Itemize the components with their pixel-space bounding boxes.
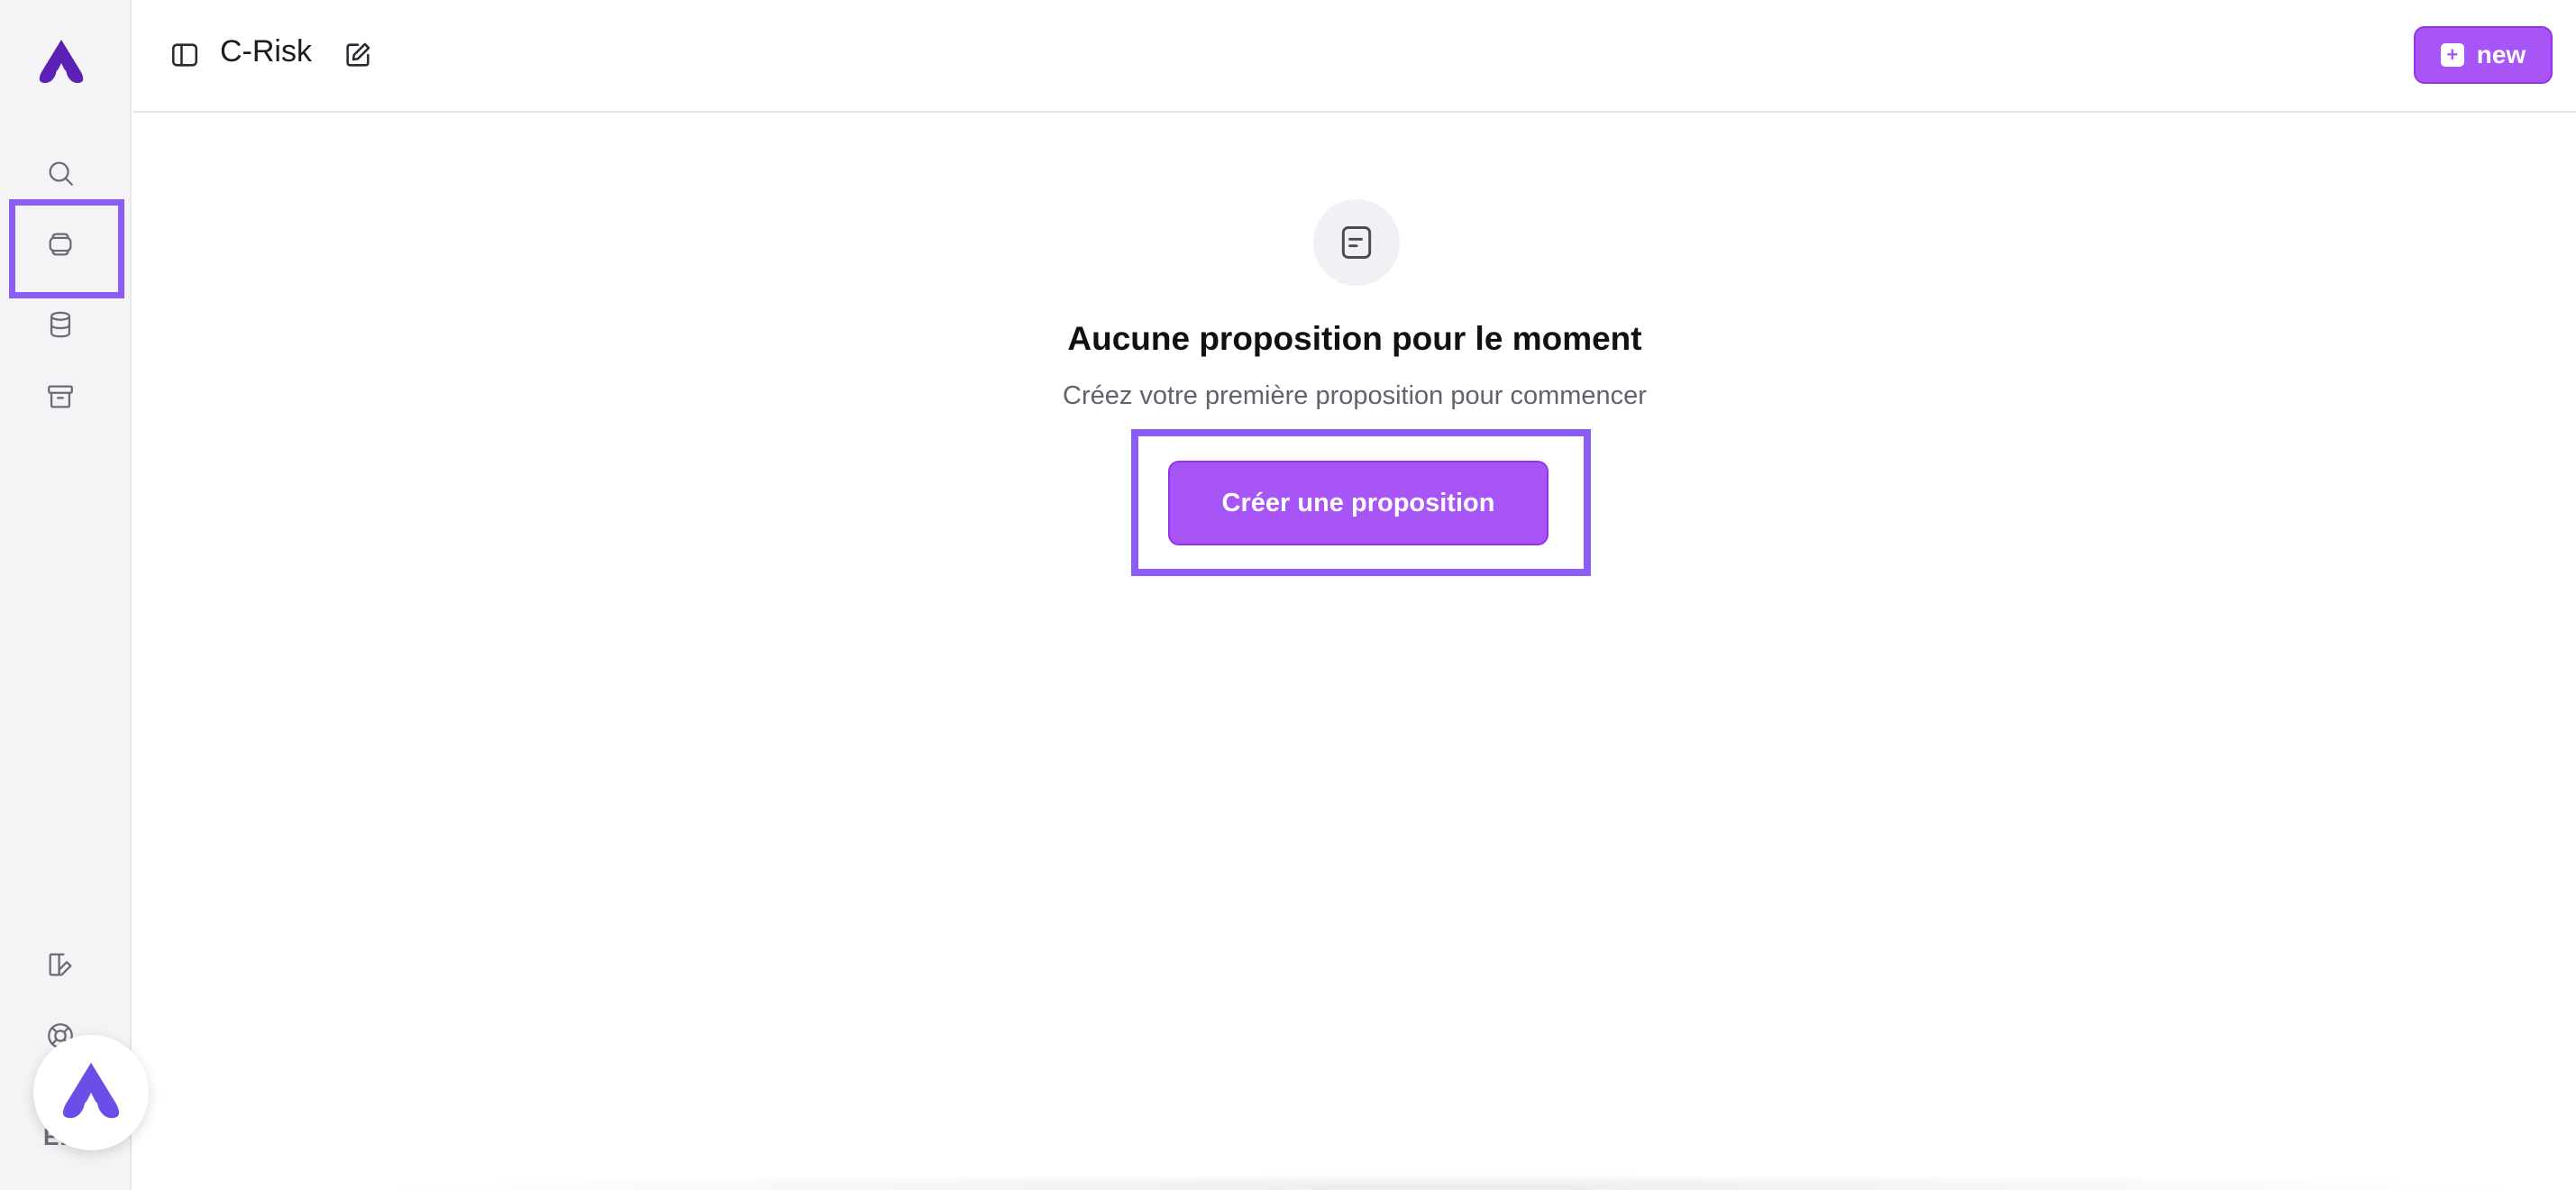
sidebar-toggle-icon[interactable] bbox=[169, 40, 200, 70]
layers-icon[interactable] bbox=[41, 224, 80, 264]
empty-state-icon-container bbox=[1313, 199, 1400, 286]
sidebar: EE bbox=[0, 0, 132, 1190]
empty-state-title: Aucune proposition pour le moment bbox=[1067, 320, 1642, 357]
new-button-label: new bbox=[2476, 41, 2526, 69]
plus-icon: + bbox=[2440, 43, 2464, 67]
project-title: C-Risk bbox=[220, 34, 312, 69]
edit-panel-icon[interactable] bbox=[41, 945, 80, 984]
create-proposal-button[interactable]: Créer une proposition bbox=[1168, 461, 1548, 545]
edit-title-icon[interactable] bbox=[343, 40, 373, 70]
app-logo-icon bbox=[62, 1062, 120, 1119]
empty-state-subtitle: Créez votre première proposition pour co… bbox=[1063, 381, 1647, 410]
search-icon[interactable] bbox=[41, 153, 80, 193]
app-logo[interactable] bbox=[32, 38, 90, 88]
archive-icon[interactable] bbox=[41, 377, 80, 416]
top-header: C-Risk + new bbox=[133, 0, 2576, 113]
database-icon[interactable] bbox=[41, 305, 80, 344]
main-content: Aucune proposition pour le moment Créez … bbox=[133, 114, 2576, 1190]
assistant-launcher-button[interactable] bbox=[33, 1035, 149, 1150]
app-window: EE C-Risk + new Aucune proposition p bbox=[0, 0, 2576, 1190]
new-button[interactable]: + new bbox=[2414, 26, 2553, 84]
document-icon bbox=[1341, 226, 1372, 259]
bottom-shadow bbox=[359, 1174, 2540, 1190]
